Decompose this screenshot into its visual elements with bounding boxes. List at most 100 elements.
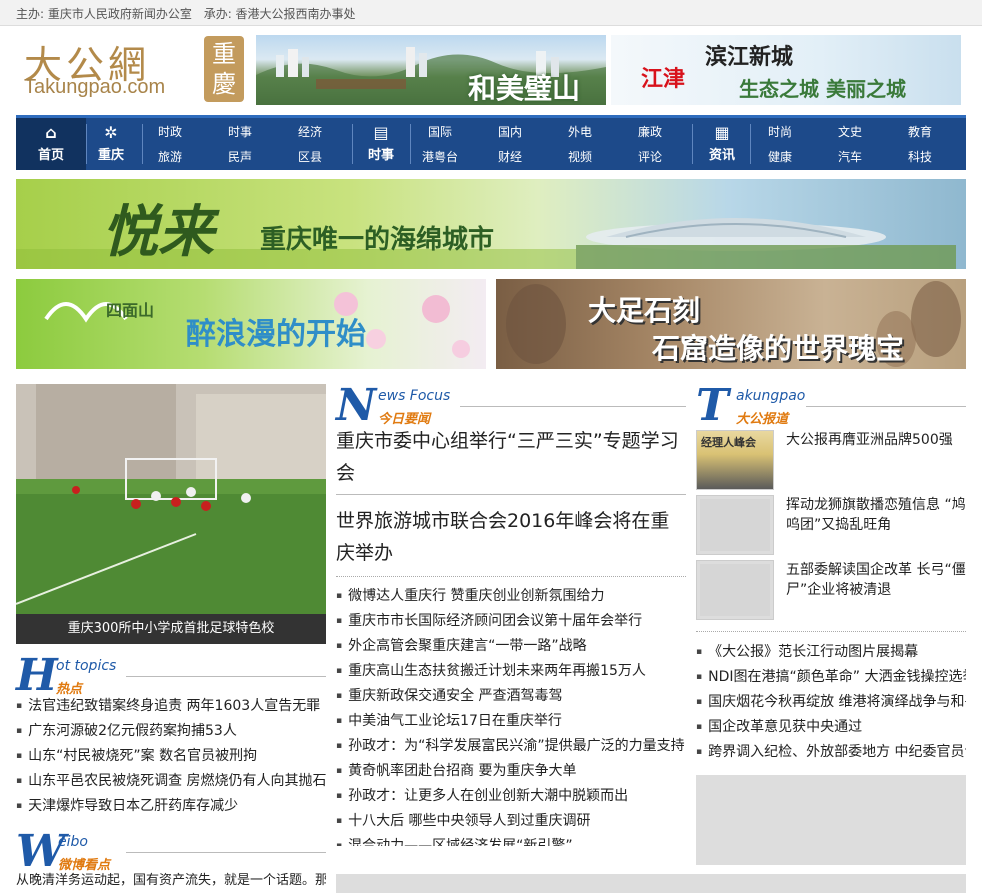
- nav-item[interactable]: 时事: [210, 123, 270, 140]
- banner-simianshan-logo: 四面山: [106, 301, 155, 320]
- thumbnail-image[interactable]: [696, 560, 774, 620]
- newspaper-icon: ▤: [373, 123, 389, 142]
- nav-home-label: 首页: [37, 148, 64, 163]
- thumbnail-image[interactable]: [696, 495, 774, 555]
- list-item[interactable]: 国庆烟花今秋再绽放 维港将演绎战争与和平: [696, 690, 966, 715]
- nav-news[interactable]: ▤ 时事: [352, 118, 410, 170]
- nav-item[interactable]: 评论: [620, 148, 680, 165]
- headline-divider: [336, 494, 686, 495]
- headline-1[interactable]: 重庆市委中心组举行“三严三实”专题学习会: [336, 425, 686, 489]
- list-item[interactable]: 重庆市市长国际经济顾问团会议第十届年会举行: [336, 609, 686, 634]
- banner-bishan-text: 和美璧山: [468, 72, 581, 105]
- banner-jiangjin[interactable]: 江津 滨江新城 生态之城 美丽之城: [611, 35, 961, 105]
- banner-jiangjin-slogan: 生态之城 美丽之城: [739, 77, 906, 101]
- takungpao-feature-2[interactable]: 挥动龙狮旗散播恋殖信息 “鸠呜团”又捣乱旺角: [696, 495, 966, 555]
- nav-item[interactable]: 教育: [890, 123, 950, 140]
- banner-bishan[interactable]: 和美璧山: [256, 35, 606, 105]
- list-item[interactable]: 法官违纪致错案终身追责 两年1603人宣告无罪: [16, 694, 326, 719]
- list-item[interactable]: 孙政才：让更多人在创业创新大潮中脱颖而出: [336, 784, 686, 809]
- main-nav: ⌂ 首页 ✲ 重庆 时政 时事 经济 旅游 民声 区县 ▤ 时事 国际 国内 外…: [16, 115, 966, 170]
- nav-item[interactable]: 时政: [140, 123, 200, 140]
- banner-simianshan[interactable]: 四面山 醉浪漫的开始: [16, 279, 486, 369]
- nav-chongqing-label: 重庆: [97, 148, 124, 163]
- list-divider: [696, 631, 966, 632]
- weibo-cn: 微博看点: [58, 858, 111, 873]
- headline-2[interactable]: 世界旅游城市联合会2016年峰会将在重庆举办: [336, 505, 686, 569]
- takungpao-feature-title[interactable]: 大公报再膺亚洲品牌500强: [786, 430, 966, 450]
- list-item[interactable]: 山东“村民被烧死”案 数名官员被刑拘: [16, 744, 326, 769]
- weibo-header: W eibo 微博看点: [16, 830, 326, 874]
- takungpao-letter: T: [696, 380, 729, 431]
- list-item[interactable]: 山东平邑农民被烧死调查 房燃烧仍有人向其抛石: [16, 769, 326, 794]
- list-item[interactable]: 外企高管会聚重庆建言“一带一路”战略: [336, 634, 686, 659]
- nav-item[interactable]: 民声: [210, 148, 270, 165]
- list-item[interactable]: 天津爆炸导致日本乙肝药库存减少: [16, 794, 326, 819]
- weibo-en: eibo: [58, 834, 88, 850]
- feature-photo-caption[interactable]: 重庆300所中小学成首批足球特色校: [16, 614, 326, 644]
- takungpao-feature-title[interactable]: 五部委解读国企改革 长弓“僵尸”企业将被清退: [786, 560, 966, 600]
- nav-item[interactable]: 国际: [410, 123, 470, 140]
- nav-item[interactable]: 时尚: [750, 123, 810, 140]
- site-logo[interactable]: 大公網 Takungpao.com 重 慶: [16, 34, 246, 104]
- nav-item[interactable]: 健康: [750, 148, 810, 165]
- nav-item[interactable]: 文史: [820, 123, 880, 140]
- section-divider: [460, 406, 686, 407]
- banner-jiangjin-brand: 滨江新城: [705, 44, 794, 70]
- feature-photo[interactable]: 重庆300所中小学成首批足球特色校: [16, 384, 326, 644]
- nav-item[interactable]: 科技: [890, 148, 950, 165]
- list-item[interactable]: 孙政才：为“科学发展富民兴渝”提供最广泛的力量支持: [336, 734, 686, 759]
- nav-item[interactable]: 财经: [480, 148, 540, 165]
- list-item[interactable]: 混合动力——区域经济发展“新引擎”: [336, 834, 686, 846]
- thumbnail-caption: 经理人峰会: [701, 436, 756, 449]
- list-item[interactable]: NDI图在港搞“颜色革命” 大洒金钱操控选举: [696, 665, 966, 690]
- banner-dazu-title: 大足石刻: [588, 294, 701, 327]
- nav-chongqing[interactable]: ✲ 重庆: [84, 118, 138, 170]
- nav-home[interactable]: ⌂ 首页: [24, 118, 78, 170]
- chongqing-icon: ✲: [104, 123, 118, 142]
- nav-item[interactable]: 外电: [550, 123, 610, 140]
- takungpao-header: T akungpao 大公报道: [696, 380, 966, 431]
- news-focus-list: 微博达人重庆行 赞重庆创业创新氛围给力 重庆市市长国际经济顾问团会议第十届年会举…: [336, 584, 686, 846]
- list-item[interactable]: 重庆新政保交通安全 严查酒驾毒驾: [336, 684, 686, 709]
- nav-item[interactable]: 区县: [280, 148, 340, 165]
- football-photo: [16, 384, 326, 614]
- host-text: 主办: 重庆市人民政府新闻办公室: [16, 7, 192, 21]
- takungpao-feature-3[interactable]: 五部委解读国企改革 长弓“僵尸”企业将被清退: [696, 560, 966, 620]
- nav-item[interactable]: 港粤台: [410, 148, 470, 165]
- hot-topics-header: H ot topics 热点: [16, 654, 326, 698]
- list-item[interactable]: 微博达人重庆行 赞重庆创业创新氛围给力: [336, 584, 686, 609]
- nav-item[interactable]: 廉政: [620, 123, 680, 140]
- logo-en-text: Takungpao.com: [24, 76, 166, 98]
- list-item[interactable]: 十八大后 哪些中央领导人到过重庆调研: [336, 809, 686, 834]
- nav-item[interactable]: 国内: [480, 123, 540, 140]
- list-item[interactable]: 广东河源破2亿元假药案拘捕53人: [16, 719, 326, 744]
- list-item[interactable]: 国企改革意见获中央通过: [696, 715, 966, 740]
- news-focus-en: ews Focus: [378, 388, 451, 404]
- nav-item[interactable]: 汽车: [820, 148, 880, 165]
- takungpao-en: akungpao: [736, 388, 806, 404]
- organizer-text: 承办: 香港大公报西南办事处: [203, 7, 356, 21]
- banner-dazu[interactable]: 大足石刻 石窟造像的世界瑰宝: [496, 279, 966, 369]
- weibo-text[interactable]: 从晚清洋务运动起，国有资产流失，就是一个话题。那些: [16, 872, 326, 890]
- nav-item[interactable]: 视频: [550, 148, 610, 165]
- news-focus-header: N ews Focus 今日要闻: [336, 384, 686, 428]
- nav-info[interactable]: ▦ 资讯: [694, 118, 750, 170]
- nav-item[interactable]: 旅游: [140, 148, 200, 165]
- banner-yuelai-slogan: 重庆唯一的海绵城市: [260, 225, 495, 255]
- list-item[interactable]: 重庆高山生态扶贫搬迁计划未来两年再搬15万人: [336, 659, 686, 684]
- hot-topics-en: ot topics: [56, 658, 117, 674]
- logo-badge-char-1: 重: [212, 40, 236, 68]
- takungpao-feature-title[interactable]: 挥动龙狮旗散播恋殖信息 “鸠呜团”又捣乱旺角: [786, 495, 966, 535]
- section-divider: [126, 676, 326, 677]
- list-item[interactable]: 中美油气工业论坛17日在重庆举行: [336, 709, 686, 734]
- list-item[interactable]: 黄奇帆率团赴台招商 要为重庆争大单: [336, 759, 686, 784]
- nav-item[interactable]: 经济: [280, 123, 340, 140]
- banner-yuelai[interactable]: 悦来 重庆唯一的海绵城市: [16, 179, 966, 269]
- list-item[interactable]: 跨界调入纪检、外放部委地方 中纪委官员调动频繁: [696, 740, 966, 765]
- thumbnail-image[interactable]: 经理人峰会: [696, 430, 774, 490]
- logo-badge-char-2: 慶: [212, 70, 236, 98]
- banner-yuelai-title: 悦来: [102, 199, 214, 265]
- section-divider: [806, 406, 966, 407]
- list-item[interactable]: 《大公报》范长江行动图片展揭幕: [696, 640, 966, 665]
- takungpao-feature-1[interactable]: 经理人峰会 大公报再膺亚洲品牌500强: [696, 430, 966, 490]
